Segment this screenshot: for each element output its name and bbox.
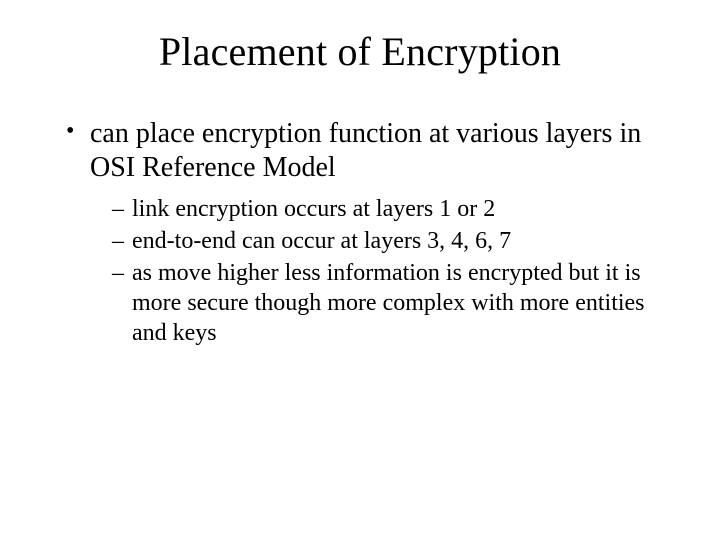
sub-bullet-item: end-to-end can occur at layers 3, 4, 6, … bbox=[118, 226, 670, 256]
sub-bullet-text: as move higher less information is encry… bbox=[132, 260, 645, 346]
bullet-list-level2: link encryption occurs at layers 1 or 2 … bbox=[90, 194, 670, 348]
bullet-item: can place encryption function at various… bbox=[72, 117, 670, 348]
sub-bullet-item: as move higher less information is encry… bbox=[118, 258, 670, 348]
sub-bullet-text: end-to-end can occur at layers 3, 4, 6, … bbox=[132, 228, 511, 254]
bullet-text: can place encryption function at various… bbox=[90, 118, 641, 183]
sub-bullet-item: link encryption occurs at layers 1 or 2 bbox=[118, 194, 670, 224]
slide-title: Placement of Encryption bbox=[50, 28, 670, 75]
sub-bullet-text: link encryption occurs at layers 1 or 2 bbox=[132, 196, 495, 222]
slide: Placement of Encryption can place encryp… bbox=[0, 0, 720, 540]
bullet-list-level1: can place encryption function at various… bbox=[50, 117, 670, 348]
